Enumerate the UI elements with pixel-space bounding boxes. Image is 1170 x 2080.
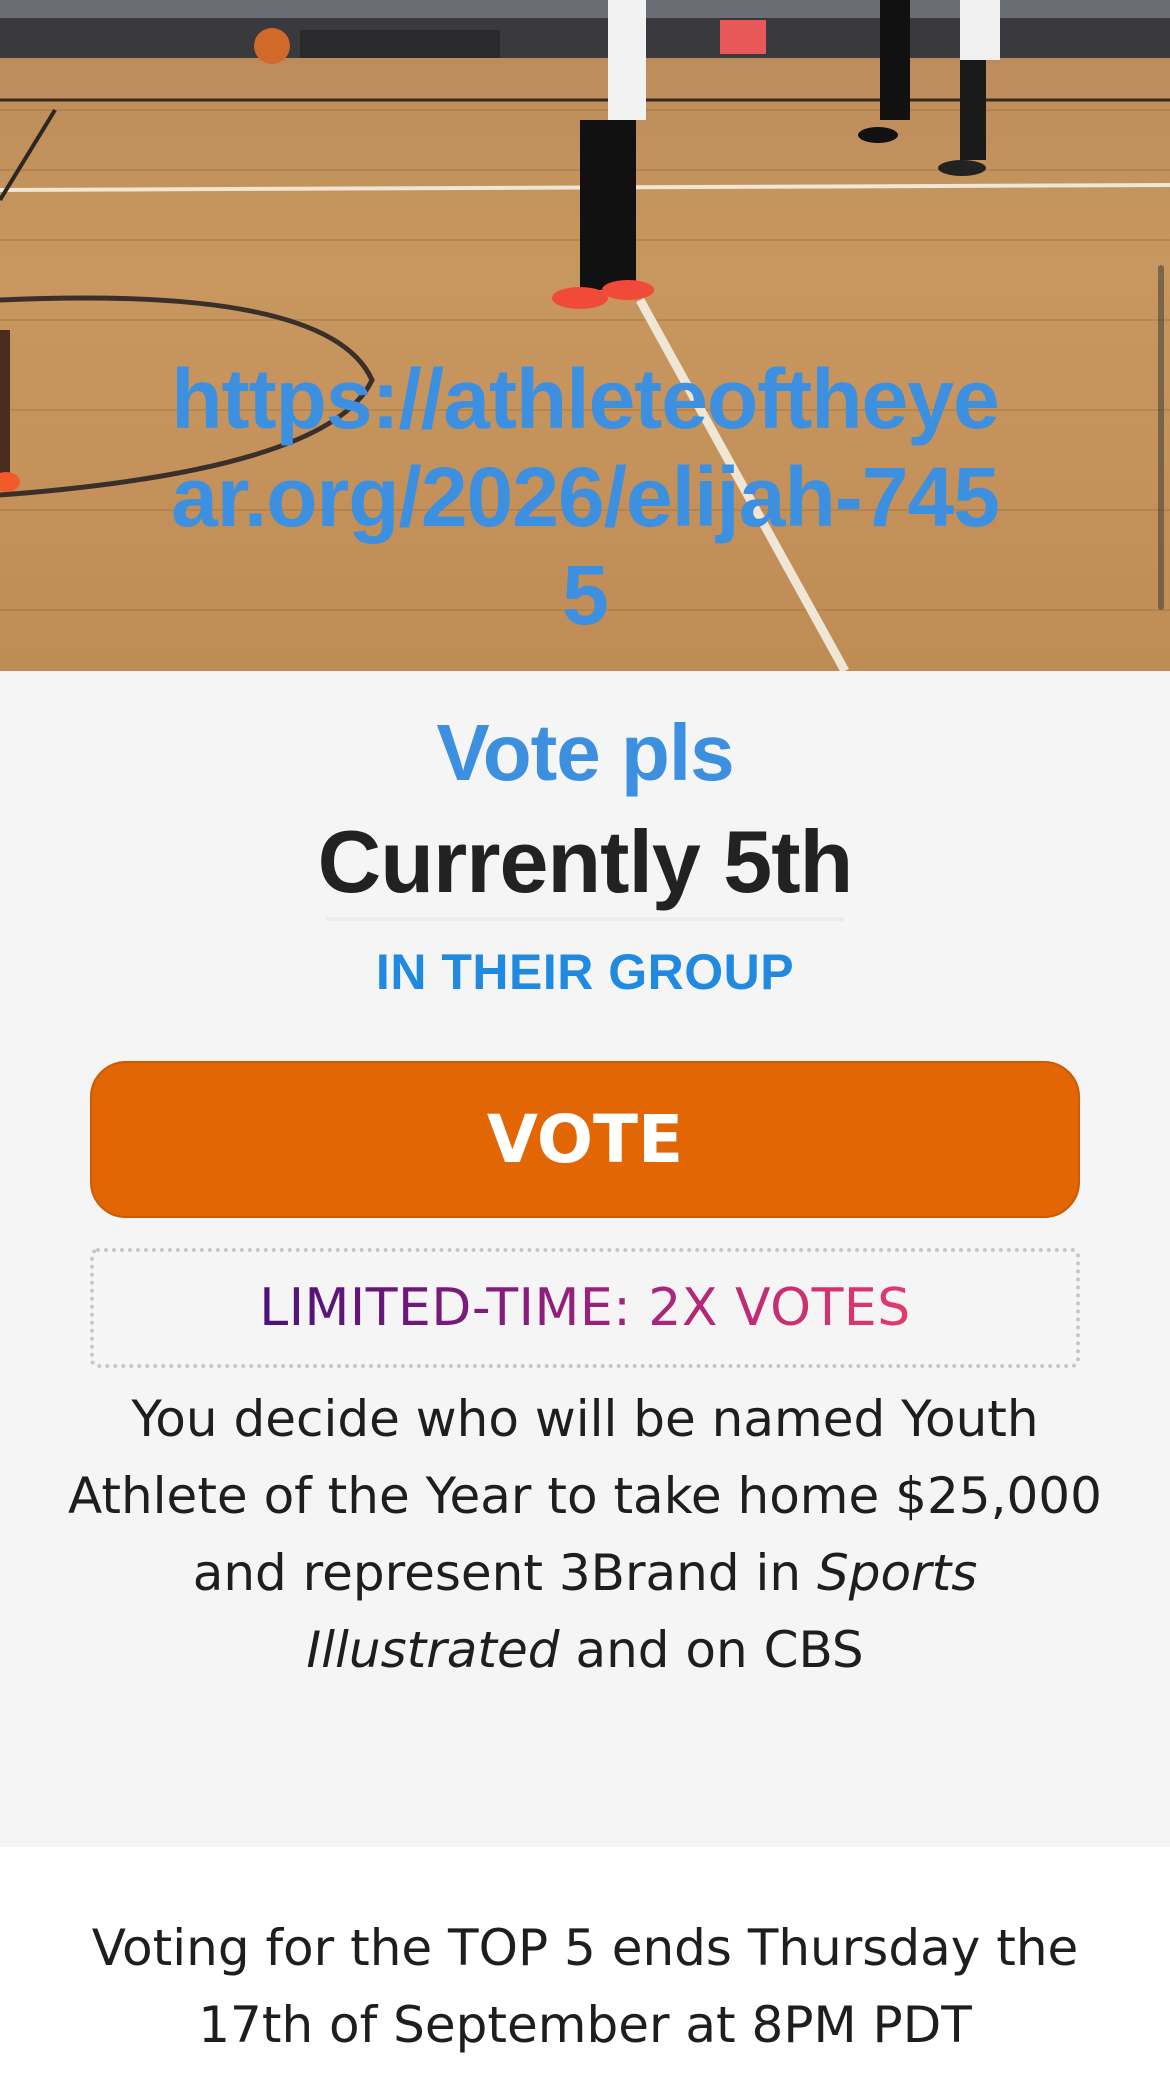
promo-text: LIMITED-TIME: 2X VOTES <box>259 1278 911 1338</box>
athlete-profile-link[interactable]: https://athleteoftheyear.org/2026/elijah… <box>0 350 1170 644</box>
rank-divider <box>326 917 844 921</box>
athlete-photo: https://athleteoftheyear.org/2026/elijah… <box>0 0 1170 671</box>
scrollbar-thumb[interactable] <box>1158 265 1164 610</box>
vote-button[interactable]: VOTE <box>90 1061 1080 1218</box>
rank-context-label: IN THEIR GROUP <box>375 944 795 1000</box>
contest-description: You decide who will be named Youth Athle… <box>60 1381 1110 1689</box>
voting-deadline: Voting for the TOP 5 ends Thursday the 1… <box>91 1919 1079 2054</box>
headline: Vote pls <box>436 708 734 797</box>
promo-banner: LIMITED-TIME: 2X VOTES <box>90 1248 1080 1368</box>
description-text-end: and on CBS <box>575 1621 864 1679</box>
current-rank: Currently 5th <box>317 812 854 911</box>
vote-card: Vote pls Currently 5th IN THEIR GROUP VO… <box>0 671 1170 1847</box>
vote-page: https://athleteoftheyear.org/2026/elijah… <box>0 0 1170 2080</box>
